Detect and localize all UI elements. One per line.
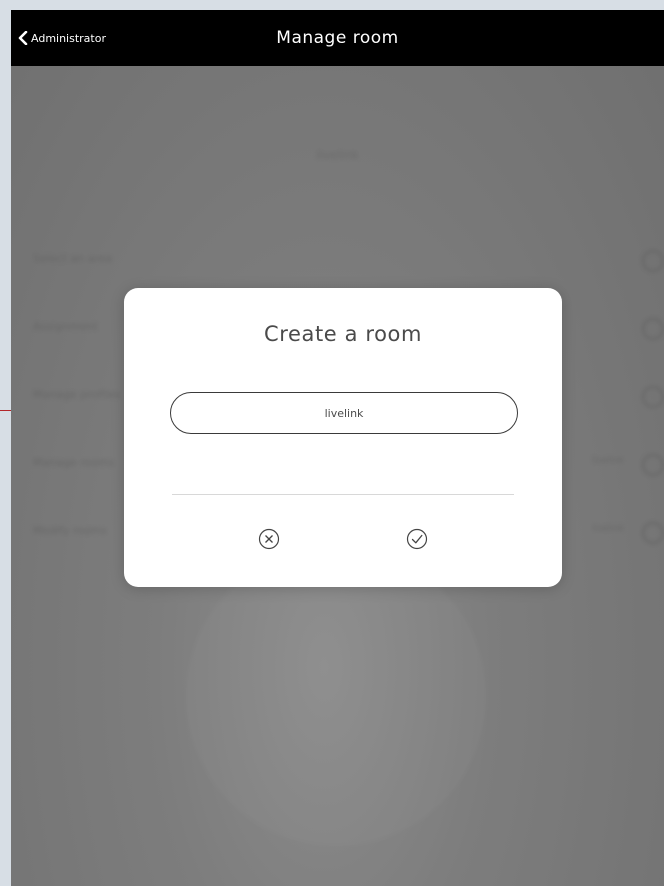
row-value: livelink (592, 524, 624, 534)
row-label: Manage rooms (33, 456, 115, 469)
dialog-title: Create a room (263, 322, 423, 346)
room-name-input[interactable] (170, 392, 518, 434)
dialog-divider (172, 494, 514, 495)
create-room-dialog: Create a room (124, 288, 562, 587)
background-circle (186, 546, 486, 846)
row-label: Assignment (33, 320, 98, 333)
confirm-button[interactable] (406, 528, 428, 550)
background-heading: livelink (316, 148, 359, 162)
cancel-button[interactable] (258, 528, 280, 550)
background-row: Select an area (33, 250, 664, 272)
row-value: livelink (592, 456, 624, 466)
check-circle-icon (406, 528, 428, 550)
page-title: Manage room (276, 28, 399, 48)
row-label: Manage profiles (33, 388, 121, 401)
chevron-circle-icon (642, 522, 664, 544)
chevron-circle-icon (642, 250, 664, 272)
chevron-circle-icon (642, 386, 664, 408)
row-label: Select an area (33, 252, 113, 265)
cancel-circle-icon (258, 528, 280, 550)
chevron-circle-icon (642, 454, 664, 476)
row-label: Modify rooms (33, 524, 108, 537)
chevron-circle-icon (642, 318, 664, 340)
navigation-bar: Administrator Manage room (11, 10, 664, 66)
